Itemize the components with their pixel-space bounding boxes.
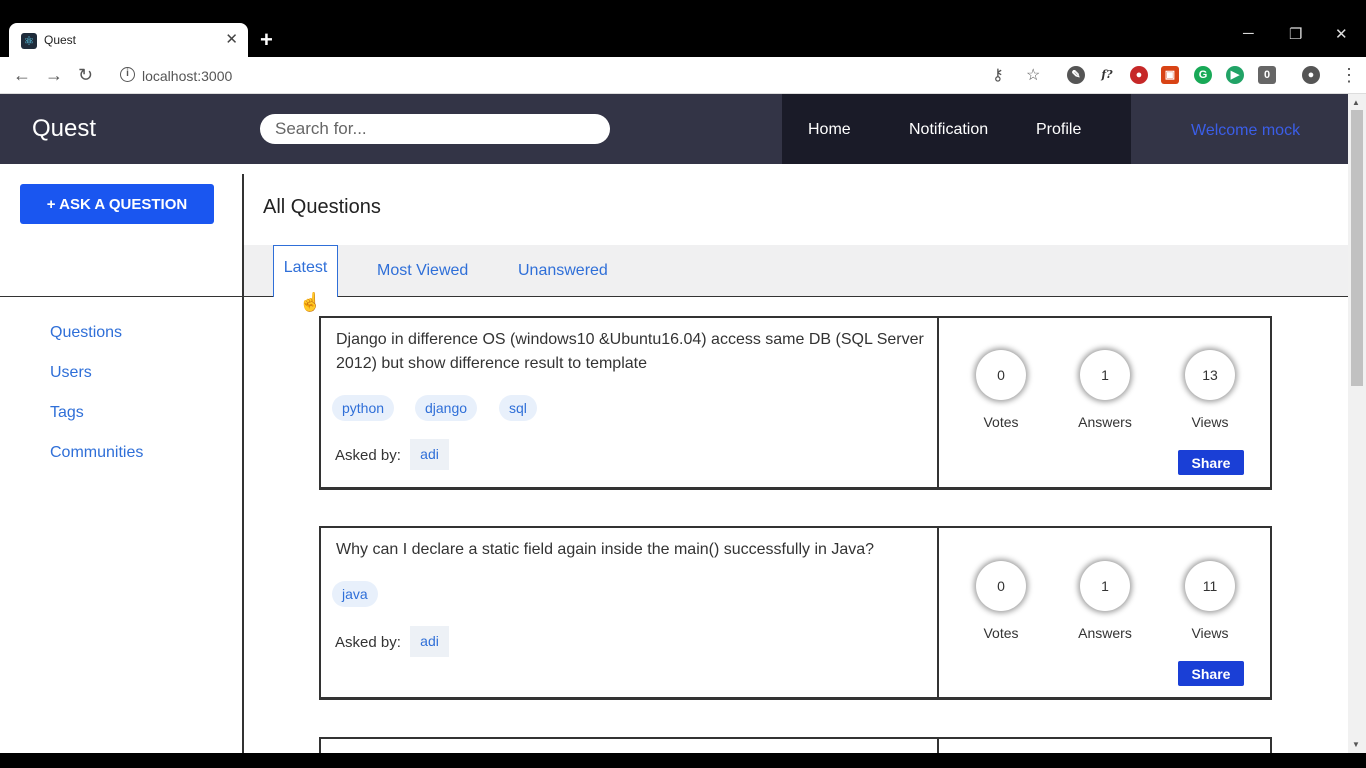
tag-chip[interactable]: python xyxy=(332,395,395,421)
menu-profile[interactable]: Profile xyxy=(1036,121,1081,139)
address-bar[interactable]: i localhost:3000 ⚷ ☆ xyxy=(108,61,1058,90)
menu-home[interactable]: Home xyxy=(808,121,851,139)
welcome-text: Welcome mock xyxy=(1191,122,1301,139)
answers-count: 1 xyxy=(1080,350,1130,400)
tag-chip[interactable]: sql xyxy=(499,395,537,421)
sidebar-item-questions[interactable]: Questions xyxy=(50,324,122,342)
minimize-icon[interactable]: ─ xyxy=(1243,25,1254,42)
question-filter-tabs: Latest Most Viewed Unanswered xyxy=(244,245,1348,297)
asked-by-label: Asked by: xyxy=(335,447,401,464)
browser-tab[interactable]: ⚛ Quest ✕ xyxy=(9,23,248,57)
question-card: Why can I declare a static field again i… xyxy=(319,526,1272,700)
account-icon[interactable]: ● xyxy=(1302,66,1320,84)
views-label: Views xyxy=(1191,625,1229,641)
question-title[interactable]: Why can I declare a static field again i… xyxy=(336,538,936,562)
tab-most-viewed[interactable]: Most Viewed xyxy=(377,245,468,296)
extension-green-icon[interactable]: ▶ xyxy=(1226,66,1244,84)
brand-logo[interactable]: Quest xyxy=(32,115,96,143)
asker-name[interactable]: adi xyxy=(410,626,449,657)
votes-label: Votes xyxy=(983,414,1019,430)
tab-unanswered[interactable]: Unanswered xyxy=(518,245,608,296)
header-divider xyxy=(0,296,1348,297)
info-icon[interactable]: i xyxy=(120,67,135,82)
react-favicon-icon: ⚛ xyxy=(21,33,37,49)
extension-red-icon[interactable]: ● xyxy=(1130,66,1148,84)
page-scrollbar[interactable]: ▲ ▼ xyxy=(1348,94,1366,753)
views-label: Views xyxy=(1191,414,1229,430)
top-navbar: Quest Home Notification Profile Welcome … xyxy=(0,94,1348,164)
scroll-up-icon[interactable]: ▲ xyxy=(1352,98,1360,107)
restore-icon[interactable]: ❐ xyxy=(1289,25,1302,43)
share-button[interactable]: Share xyxy=(1178,661,1244,686)
question-card: Django in difference OS (windows10 &Ubun… xyxy=(319,316,1272,490)
page-title: All Questions xyxy=(263,196,381,218)
window-close-icon[interactable]: ✕ xyxy=(1335,25,1348,43)
sidebar-item-users[interactable]: Users xyxy=(50,364,92,382)
question-body: Why can I declare a static field again i… xyxy=(321,528,939,697)
search-input[interactable] xyxy=(260,114,610,144)
sidebar-item-communities[interactable]: Communities xyxy=(50,444,143,462)
menu-dots-icon[interactable]: ⋮ xyxy=(1340,65,1358,86)
answers-count: 1 xyxy=(1080,561,1130,611)
screen-bottom-edge xyxy=(0,753,1366,768)
star-icon[interactable]: ☆ xyxy=(1026,65,1040,85)
extension-badge-icon[interactable]: 0 xyxy=(1258,66,1276,84)
share-button[interactable]: Share xyxy=(1178,450,1244,475)
main-menu: Home Notification Profile xyxy=(782,94,1131,164)
votes-count: 0 xyxy=(976,350,1026,400)
asker-name[interactable]: adi xyxy=(410,439,449,470)
hand-cursor-icon: ☝ xyxy=(299,292,322,312)
browser-tab-title: Quest xyxy=(44,33,77,47)
question-body: Django in difference OS (windows10 &Ubun… xyxy=(321,318,939,487)
key-icon[interactable]: ⚷ xyxy=(992,65,1004,85)
votes-count: 0 xyxy=(976,561,1026,611)
browser-tabbar: ⚛ Quest ✕ + ─ ❐ ✕ xyxy=(0,0,1366,57)
answers-label: Answers xyxy=(1078,625,1132,641)
question-body xyxy=(321,739,939,753)
sidebar-item-tags[interactable]: Tags xyxy=(50,404,84,422)
menu-notification[interactable]: Notification xyxy=(909,121,988,139)
question-card xyxy=(319,737,1272,753)
votes-label: Votes xyxy=(983,625,1019,641)
scroll-down-icon[interactable]: ▼ xyxy=(1352,740,1360,749)
forward-icon[interactable]: → xyxy=(45,65,63,86)
tag-chip[interactable]: java xyxy=(332,581,378,607)
close-tab-icon[interactable]: ✕ xyxy=(225,30,238,48)
quest-page: Quest Home Notification Profile Welcome … xyxy=(0,94,1348,753)
extension-formula-icon[interactable]: f? xyxy=(1098,66,1116,84)
views-count: 11 xyxy=(1185,561,1235,611)
browser-toolbar: ← → ↻ i localhost:3000 ⚷ ☆ ✎ f? ● ▣ G ▶ … xyxy=(0,57,1366,94)
extension-orange-icon[interactable]: ▣ xyxy=(1161,66,1179,84)
ask-question-button[interactable]: + ASK A QUESTION xyxy=(20,184,214,224)
views-count: 13 xyxy=(1185,350,1235,400)
url-text[interactable]: localhost:3000 xyxy=(142,68,232,84)
reload-icon[interactable]: ↻ xyxy=(78,65,93,86)
asked-by-label: Asked by: xyxy=(335,634,401,651)
extension-eyedropper-icon[interactable]: ✎ xyxy=(1067,66,1085,84)
tab-latest[interactable]: Latest xyxy=(273,245,338,297)
back-icon[interactable]: ← xyxy=(13,65,31,86)
new-tab-icon[interactable]: + xyxy=(260,27,273,53)
tag-chip[interactable]: django xyxy=(415,395,478,421)
question-title[interactable]: Django in difference OS (windows10 &Ubun… xyxy=(336,328,936,376)
scroll-thumb[interactable] xyxy=(1351,110,1363,386)
answers-label: Answers xyxy=(1078,414,1132,430)
grammarly-icon[interactable]: G xyxy=(1194,66,1212,84)
